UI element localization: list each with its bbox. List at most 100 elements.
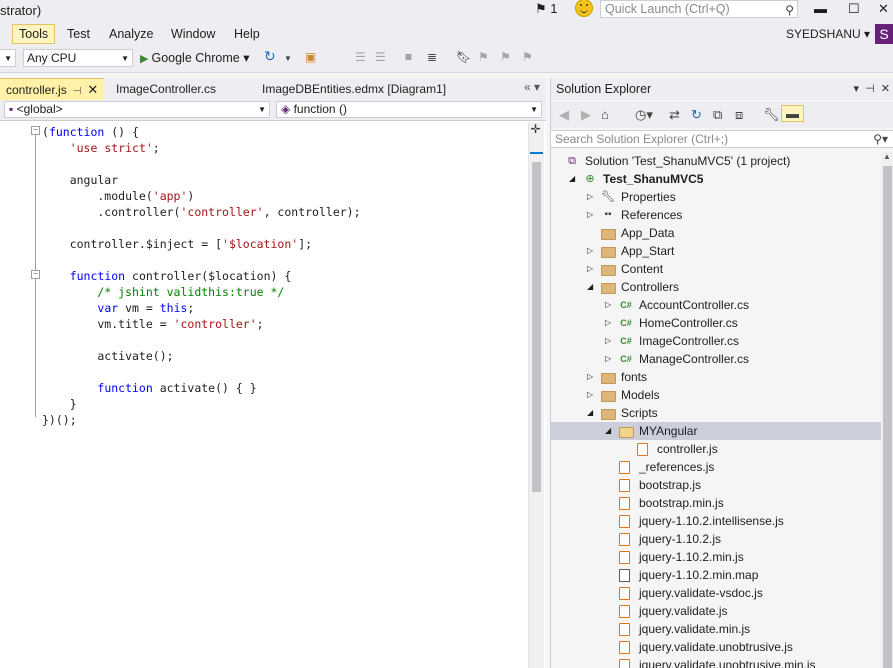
tab-overflow-icon[interactable]: « ▾ [524, 80, 540, 94]
tab-imagecontroller-cs[interactable]: ImageController.cs [110, 78, 222, 100]
tree-item[interactable]: jquery.validate-vsdoc.js [551, 584, 881, 602]
close-tab-icon[interactable]: ✕ [87, 82, 98, 97]
expand-arrow-icon[interactable]: ▷ [587, 368, 593, 386]
tree-item[interactable]: App_Data [551, 224, 881, 242]
tree-item[interactable]: ◢ ⊕ Test_ShanuMVC5 [551, 170, 881, 188]
tree-item[interactable]: ▷ Models [551, 386, 881, 404]
tree-item-label: HomeController.cs [639, 316, 738, 330]
expand-arrow-icon[interactable]: ▷ [587, 386, 593, 404]
close-icon[interactable]: ✕ [878, 1, 889, 17]
browser-link-icon[interactable]: ▣ [305, 50, 316, 64]
collapse-arrow-icon[interactable]: ◢ [569, 170, 575, 188]
collapse-outline-icon[interactable]: − [31, 126, 40, 135]
sync-icon[interactable]: ⇄ [669, 107, 680, 123]
tree-item[interactable]: _references.js [551, 458, 881, 476]
prev-bookmark-icon[interactable]: ⚑ [478, 50, 489, 64]
tree-item[interactable]: ◢ MYAngular [551, 422, 881, 440]
member-dropdown[interactable]: ◈ function () ▼ [276, 101, 542, 118]
uncomment-icon[interactable]: ≣ [427, 50, 437, 64]
forward-icon[interactable]: ▶ [581, 107, 591, 123]
user-avatar[interactable]: S [875, 24, 893, 44]
configuration-dropdown[interactable]: ▼ [0, 49, 16, 67]
tree-item[interactable]: ▷ App_Start [551, 242, 881, 260]
outdent-icon[interactable]: ☰ [375, 50, 386, 64]
expand-arrow-icon[interactable]: ▷ [587, 242, 593, 260]
clear-bookmarks-icon[interactable]: ⚑ [522, 50, 533, 64]
tree-item[interactable]: ▷ C# HomeController.cs [551, 314, 881, 332]
solution-explorer-scrollbar[interactable]: ▲ [881, 152, 893, 668]
minimize-icon[interactable]: ▬ [814, 1, 827, 16]
expand-arrow-icon[interactable]: ▷ [605, 332, 611, 350]
expand-arrow-icon[interactable]: ▷ [587, 188, 593, 206]
properties-icon[interactable]: 🔧︎ [763, 107, 780, 123]
panel-window-controls[interactable]: ▾ ⊣ ✕ [853, 78, 890, 100]
tree-item[interactable]: jquery.validate.unobtrusive.js [551, 638, 881, 656]
tree-item[interactable]: jquery-1.10.2.intellisense.js [551, 512, 881, 530]
editor-vertical-scrollbar[interactable] [528, 122, 544, 668]
tree-item[interactable]: ◢ Scripts [551, 404, 881, 422]
tree-item[interactable]: jquery-1.10.2.min.map [551, 566, 881, 584]
tab-controller-js[interactable]: controller.js ⊣ ✕ [0, 78, 105, 101]
notification-flag-icon[interactable]: ⚑ 1 [535, 1, 558, 17]
collapse-arrow-icon[interactable]: ◢ [587, 404, 593, 422]
feedback-smiley-icon[interactable] [575, 0, 593, 17]
comment-icon[interactable]: ≡ [405, 50, 412, 64]
menu-help[interactable]: Help [229, 26, 265, 42]
solution-search-input[interactable]: Search Solution Explorer (Ctrl+;) ⚲▾ [551, 130, 893, 148]
tree-item[interactable]: ▷ fonts [551, 368, 881, 386]
pin-icon[interactable]: ⊣ [73, 86, 82, 97]
run-browser-button[interactable]: ▶ Google Chrome ▾ [140, 50, 249, 65]
next-bookmark-icon[interactable]: ⚑ [500, 50, 511, 64]
tree-item[interactable]: ▷ C# AccountController.cs [551, 296, 881, 314]
menu-test[interactable]: Test [62, 26, 95, 42]
tree-item[interactable]: bootstrap.js [551, 476, 881, 494]
tree-item[interactable]: ⧉ Solution 'Test_ShanuMVC5' (1 project) [551, 152, 881, 170]
collapse-outline-icon[interactable]: − [31, 270, 40, 279]
maximize-icon[interactable]: ☐ [848, 1, 860, 17]
tree-item[interactable]: jquery.validate.unobtrusive.min.js [551, 656, 881, 668]
refresh-dropdown-icon[interactable]: ▼ [284, 54, 292, 63]
back-icon[interactable]: ◀ [559, 107, 569, 123]
refresh-icon[interactable]: ↻ [691, 107, 702, 123]
tree-item[interactable]: jquery.validate.js [551, 602, 881, 620]
quick-launch-input[interactable]: Quick Launch (Ctrl+Q) ⚲ [600, 0, 798, 18]
indent-icon[interactable]: ☰ [355, 50, 366, 64]
tree-item[interactable]: jquery.validate.min.js [551, 620, 881, 638]
tree-item[interactable]: ▷ C# ManageController.cs [551, 350, 881, 368]
tree-item[interactable]: ▷ ▪▪ References [551, 206, 881, 224]
user-account-menu[interactable]: SYEDSHANU ▾ [786, 27, 870, 41]
expand-arrow-icon[interactable]: ▷ [587, 206, 593, 224]
expand-arrow-icon[interactable]: ▷ [605, 296, 611, 314]
menu-window[interactable]: Window [166, 26, 220, 42]
refresh-icon[interactable]: ↻ [264, 48, 276, 65]
show-all-files-icon[interactable]: ⧈ [735, 107, 743, 123]
collapse-all-icon[interactable]: ⧉ [713, 107, 722, 123]
tree-item[interactable]: ◢ Controllers [551, 278, 881, 296]
tab-imagedbentities-diagram[interactable]: ImageDBEntities.edmx [Diagram1] [256, 78, 452, 100]
split-window-icon[interactable]: ✛ [528, 122, 543, 136]
tree-item[interactable]: bootstrap.min.js [551, 494, 881, 512]
collapse-arrow-icon[interactable]: ◢ [587, 278, 593, 296]
scrollbar-thumb[interactable] [883, 166, 892, 668]
expand-arrow-icon[interactable]: ▷ [587, 260, 593, 278]
expand-arrow-icon[interactable]: ▷ [605, 350, 611, 368]
scrollbar-thumb[interactable] [532, 162, 541, 492]
tree-item[interactable]: controller.js [551, 440, 881, 458]
tree-item[interactable]: jquery-1.10.2.min.js [551, 548, 881, 566]
tree-item[interactable]: ▷ Content [551, 260, 881, 278]
platform-dropdown[interactable]: Any CPU ▼ [23, 49, 133, 67]
tree-item[interactable]: ▷ 🔧︎ Properties [551, 188, 881, 206]
code-text-area[interactable]: (function () { 'use strict'; angular .mo… [0, 122, 528, 668]
tree-item[interactable]: jquery-1.10.2.js [551, 530, 881, 548]
scope-dropdown[interactable]: ▪ <global> ▼ [4, 101, 270, 118]
pending-changes-icon[interactable]: ◷▾ [635, 107, 653, 123]
bookmark-icon[interactable]: 🔖︎ [456, 50, 471, 64]
expand-arrow-icon[interactable]: ▷ [605, 314, 611, 332]
scroll-up-icon[interactable]: ▲ [883, 152, 891, 161]
preview-selected-items-icon[interactable]: ▬ [781, 105, 804, 122]
menu-analyze[interactable]: Analyze [104, 26, 158, 42]
collapse-arrow-icon[interactable]: ◢ [605, 422, 611, 440]
menu-tools[interactable]: Tools [12, 24, 56, 44]
tree-item[interactable]: ▷ C# ImageController.cs [551, 332, 881, 350]
home-icon[interactable]: ⌂ [601, 107, 609, 122]
